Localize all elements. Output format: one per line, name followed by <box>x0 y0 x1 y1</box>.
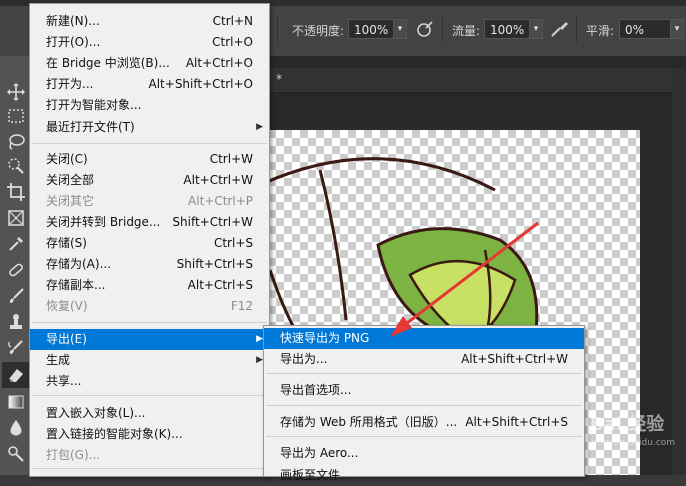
watermark-url: jingyan.baidu.com <box>592 438 676 448</box>
baidu-watermark: Bai 经验 <box>590 414 665 435</box>
annotation-arrow <box>390 221 539 337</box>
